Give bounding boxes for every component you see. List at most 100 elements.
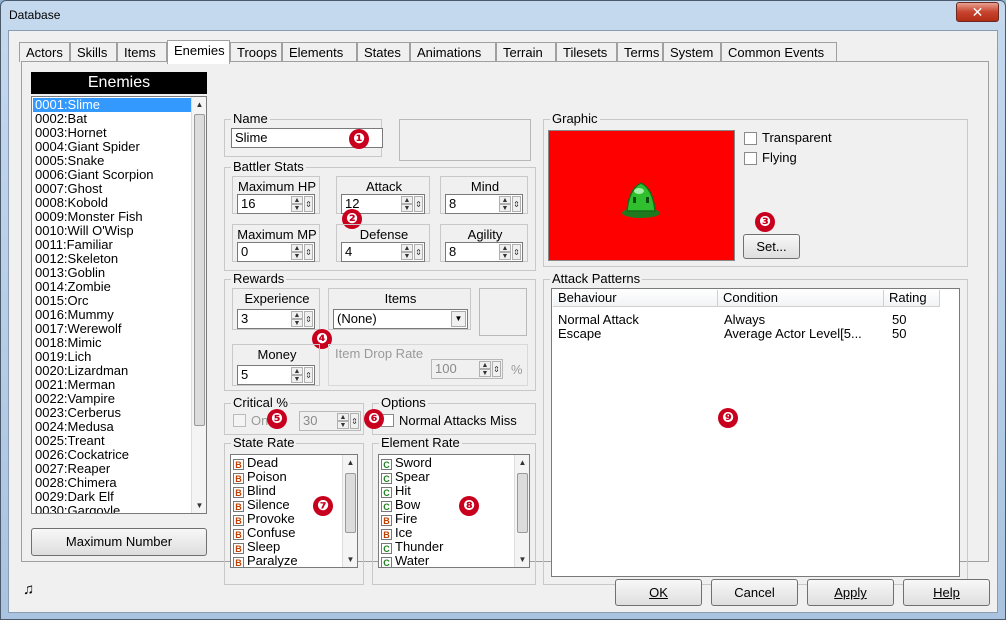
- list-item[interactable]: 0019:Lich: [33, 350, 191, 364]
- scroll-down-icon[interactable]: ▼: [192, 498, 206, 513]
- list-item[interactable]: 0011:Familiar: [33, 238, 191, 252]
- flying-checkbox[interactable]: [744, 152, 757, 165]
- list-item[interactable]: 0002:Bat: [33, 112, 191, 126]
- list-item[interactable]: 0016:Mummy: [33, 308, 191, 322]
- money-input[interactable]: 5 ▲ ▼ ⇕: [237, 365, 315, 385]
- list-item[interactable]: 0013:Goblin: [33, 266, 191, 280]
- list-item[interactable]: C Spear: [381, 470, 430, 484]
- col-rating[interactable]: Rating: [884, 290, 940, 307]
- title-bar[interactable]: Database ✕: [1, 1, 1005, 29]
- tab-terms[interactable]: Terms: [617, 42, 663, 62]
- pattern-row-2-behaviour[interactable]: Escape: [558, 326, 601, 341]
- transparent-checkbox[interactable]: [744, 132, 757, 145]
- tab-skills[interactable]: Skills: [70, 42, 117, 62]
- list-item[interactable]: 0023:Cerberus: [33, 406, 191, 420]
- help-button[interactable]: Help: [903, 579, 990, 606]
- list-item[interactable]: 0005:Snake: [33, 154, 191, 168]
- agility-spinner[interactable]: ▲ ▼ ⇕: [499, 244, 521, 260]
- attack-patterns-table[interactable]: Behaviour Condition Rating Normal Attack…: [551, 288, 960, 577]
- list-item[interactable]: C Sword: [381, 456, 432, 470]
- pattern-row-1-behaviour[interactable]: Normal Attack: [558, 312, 639, 327]
- list-item[interactable]: 0015:Orc: [33, 294, 191, 308]
- scroll-thumb[interactable]: [517, 473, 528, 533]
- enemy-graphic[interactable]: [548, 130, 735, 261]
- tab-tilesets[interactable]: Tilesets: [556, 42, 617, 62]
- state-rate-list[interactable]: B Dead B Poison B Blind B Silence B Provoke B Confu…: [230, 454, 358, 568]
- tab-states[interactable]: States: [357, 42, 410, 62]
- chevron-down-icon[interactable]: ▼: [451, 311, 466, 327]
- list-item[interactable]: 0010:Will O'Wisp: [33, 224, 191, 238]
- item-dropdown[interactable]: (None) ▼: [333, 309, 468, 329]
- tab-animations[interactable]: Animations: [410, 42, 496, 62]
- list-item[interactable]: B Dead: [233, 456, 278, 470]
- list-item[interactable]: 0029:Dark Elf: [33, 490, 191, 504]
- tab-items[interactable]: Items: [117, 42, 167, 62]
- list-item[interactable]: 0003:Hornet: [33, 126, 191, 140]
- list-item[interactable]: B Sleep: [233, 540, 280, 554]
- list-item[interactable]: 0014:Zombie: [33, 280, 191, 294]
- defense-spinner[interactable]: ▲ ▼ ⇕: [401, 244, 423, 260]
- pattern-row-1-condition[interactable]: Always: [724, 312, 765, 327]
- mind-input[interactable]: 8 ▲ ▼ ⇕: [445, 194, 523, 214]
- tab-actors[interactable]: Actors: [19, 42, 70, 62]
- agility-input[interactable]: 8 ▲ ▼ ⇕: [445, 242, 523, 262]
- list-item[interactable]: 0024:Medusa: [33, 420, 191, 434]
- enemy-list[interactable]: 0001:Slime 0002:Bat 0003:Hornet 0004:Giant …: [31, 96, 207, 514]
- attack-spinner[interactable]: ▲ ▼ ⇕: [401, 196, 423, 212]
- list-item[interactable]: 0001:Slime: [33, 98, 191, 112]
- list-item[interactable]: 0025:Treant: [33, 434, 191, 448]
- critical-on-checkbox[interactable]: [233, 414, 246, 427]
- set-graphic-button[interactable]: Set...: [743, 234, 800, 259]
- list-item[interactable]: B Paralyze: [233, 554, 298, 567]
- scroll-up-icon[interactable]: ▲: [515, 455, 529, 470]
- scroll-down-icon[interactable]: ▼: [343, 552, 357, 567]
- list-item[interactable]: 0021:Merman: [33, 378, 191, 392]
- list-item[interactable]: C Hit: [381, 484, 411, 498]
- list-item[interactable]: 0012:Skeleton: [33, 252, 191, 266]
- scroll-thumb[interactable]: [194, 114, 205, 426]
- tab-enemies[interactable]: Enemies: [167, 40, 230, 64]
- list-item[interactable]: B Provoke: [233, 512, 295, 526]
- list-item[interactable]: 0022:Vampire: [33, 392, 191, 406]
- list-item[interactable]: 0028:Chimera: [33, 476, 191, 490]
- list-item[interactable]: 0004:Giant Spider: [33, 140, 191, 154]
- element-rate-list[interactable]: C Sword C Spear C Hit C Bow B Fire B Ice C Thunder C Wa…: [378, 454, 530, 568]
- list-item[interactable]: B Blind: [233, 484, 276, 498]
- list-item[interactable]: B Confuse: [233, 526, 295, 540]
- list-item[interactable]: 0008:Kobold: [33, 196, 191, 210]
- mind-spinner[interactable]: ▲ ▼ ⇕: [499, 196, 521, 212]
- list-item[interactable]: 0017:Werewolf: [33, 322, 191, 336]
- max-mp-spinner[interactable]: ▲ ▼ ⇕: [291, 244, 313, 260]
- maximum-number-button[interactable]: Maximum Number: [31, 528, 207, 556]
- pattern-row-2-rating[interactable]: 50: [892, 326, 906, 341]
- list-item[interactable]: 0030:Gargoyle: [33, 504, 191, 514]
- pattern-row-1-rating[interactable]: 50: [892, 312, 906, 327]
- state-rate-scrollbar[interactable]: ▲ ▼: [342, 455, 357, 567]
- list-item[interactable]: 0020:Lizardman: [33, 364, 191, 378]
- list-item[interactable]: C Bow: [381, 498, 420, 512]
- defense-input[interactable]: 4 ▲ ▼ ⇕: [341, 242, 425, 262]
- element-rate-scrollbar[interactable]: ▲ ▼: [514, 455, 529, 567]
- max-hp-spinner[interactable]: ▲ ▼ ⇕: [291, 196, 313, 212]
- col-condition[interactable]: Condition: [718, 290, 884, 307]
- scroll-thumb[interactable]: [345, 473, 356, 533]
- list-item[interactable]: 0027:Reaper: [33, 462, 191, 476]
- list-item[interactable]: B Ice: [381, 526, 412, 540]
- tab-terrain[interactable]: Terrain: [496, 42, 556, 62]
- max-mp-input[interactable]: 0 ▲ ▼ ⇕: [237, 242, 315, 262]
- list-item[interactable]: B Silence: [233, 498, 290, 512]
- list-item[interactable]: 0007:Ghost: [33, 182, 191, 196]
- tab-system[interactable]: System: [663, 42, 721, 62]
- list-item[interactable]: 0006:Giant Scorpion: [33, 168, 191, 182]
- enemy-list-scrollbar[interactable]: ▲ ▼: [191, 97, 206, 513]
- scroll-up-icon[interactable]: ▲: [192, 97, 206, 112]
- pattern-row-2-condition[interactable]: Average Actor Level[5...: [724, 326, 862, 341]
- music-note-icon[interactable]: ♫: [23, 581, 34, 598]
- money-spinner[interactable]: ▲ ▼ ⇕: [291, 367, 313, 383]
- col-behaviour[interactable]: Behaviour: [553, 290, 718, 307]
- tab-elements[interactable]: Elements: [282, 42, 357, 62]
- experience-input[interactable]: 3 ▲ ▼ ⇕: [237, 309, 315, 329]
- scroll-down-icon[interactable]: ▼: [515, 552, 529, 567]
- list-item[interactable]: C Thunder: [381, 540, 443, 554]
- list-item[interactable]: 0018:Mimic: [33, 336, 191, 350]
